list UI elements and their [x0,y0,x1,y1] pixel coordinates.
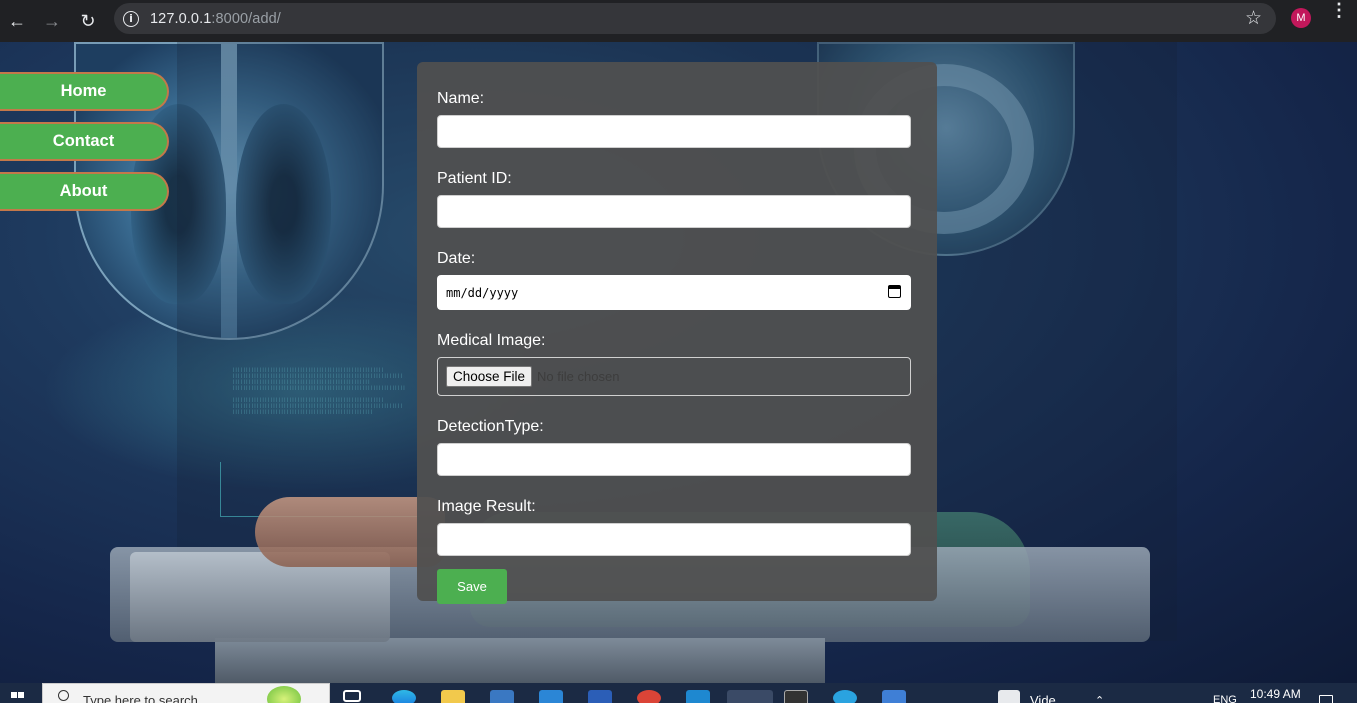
mlb-icon [998,690,1020,703]
browser-toolbar: ← → ↻ i 127.0.0.1:8000/add/ ☆ M ⋮ [0,0,1357,42]
start-pane-2 [18,692,24,698]
url-host: 127.0.0.1 [150,10,212,27]
patient-id-input[interactable] [437,195,911,228]
windows-start-icon[interactable] [11,692,25,703]
medical-image-label: Medical Image: [437,332,546,349]
name-input[interactable] [437,115,911,148]
address-bar[interactable]: i 127.0.0.1:8000/add/ ☆ [114,3,1276,34]
url-text: 127.0.0.1:8000/add/ [150,11,281,27]
store-icon[interactable] [490,690,514,703]
chrome-active-icon[interactable] [727,690,773,703]
patient-id-label: Patient ID: [437,170,512,187]
chrome-icon[interactable] [637,690,661,703]
profile-avatar[interactable]: M [1291,8,1311,28]
word-icon[interactable] [588,690,612,703]
image-result-input[interactable] [437,523,911,556]
mail-icon[interactable] [539,690,563,703]
detection-type-label: DetectionType: [437,418,544,435]
windows-taskbar: Type here to search Vide ⌃ ENG 10:49 AM [0,683,1357,703]
date-input[interactable]: mm/dd/yyyy [437,275,911,310]
taskbar-search-placeholder: Type here to search [83,693,198,703]
reload-icon[interactable]: ↻ [70,3,106,39]
taskbar-search-box[interactable]: Type here to search [42,683,330,703]
tray-chevron-icon[interactable]: ⌃ [1095,694,1104,703]
language-indicator[interactable]: ENG [1213,694,1237,703]
telegram-icon[interactable] [833,690,857,703]
save-button[interactable]: Save [437,569,507,604]
back-icon[interactable]: ← [0,3,34,39]
task-view-icon[interactable] [343,690,361,702]
site-info-icon[interactable]: i [123,10,139,27]
taskbar-clock[interactable]: 10:49 AM [1250,687,1301,701]
app-icon[interactable] [882,690,906,703]
sidebar-nav: Home Contact About [0,72,170,222]
search-highlight-icon [267,686,301,703]
terminal-icon[interactable] [784,690,808,703]
bed-base-shape [215,638,825,683]
menu-dots-icon[interactable]: ⋮ [1330,1,1348,19]
date-label: Date: [437,250,476,267]
video-label[interactable]: Vide [1030,693,1056,703]
medical-image-file-input[interactable]: Choose File No file chosen [437,357,911,396]
url-path: :8000/add/ [211,10,281,27]
image-result-label: Image Result: [437,498,536,515]
file-explorer-icon[interactable] [441,690,465,703]
start-pane-1 [11,692,17,698]
edge-icon[interactable] [392,690,416,703]
add-record-form: Name: Patient ID: Date: mm/dd/yyyy Medic… [417,62,937,604]
search-icon [58,690,69,701]
forward-icon[interactable]: → [34,3,70,39]
scan-text-decoration: ||||||||||||||||||||||||||||||||||||||||… [232,368,406,415]
calendar-icon[interactable] [888,285,901,298]
sidebar-item-home[interactable]: Home [0,72,169,111]
vscode-icon[interactable] [686,690,710,703]
choose-file-button[interactable]: Choose File [446,366,533,387]
detection-type-input[interactable] [437,443,911,476]
file-status-text: No file chosen [537,369,620,384]
notification-icon[interactable] [1319,695,1333,703]
date-placeholder: mm/dd/yyyy [446,285,519,300]
sidebar-item-contact[interactable]: Contact [0,122,169,161]
name-label: Name: [437,90,485,107]
sidebar-item-about[interactable]: About [0,172,169,211]
bookmark-star-icon[interactable]: ☆ [1245,7,1262,30]
